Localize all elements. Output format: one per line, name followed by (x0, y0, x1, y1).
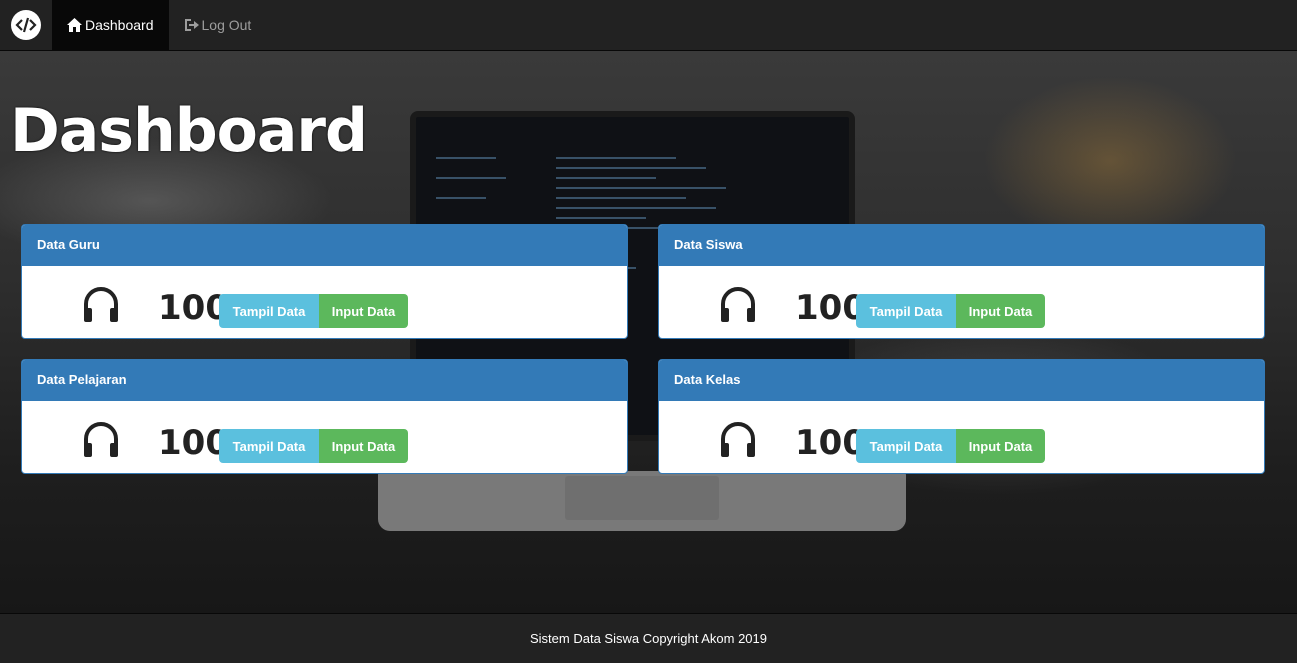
input-data-button[interactable]: Input Data (319, 294, 408, 328)
nav-dashboard[interactable]: Dashboard (52, 0, 169, 50)
panel-data-siswa: Data Siswa 100 Tampil Data Input Data (658, 224, 1265, 339)
panel-heading: Data Pelajaran (22, 360, 627, 401)
tampil-data-button[interactable]: Tampil Data (856, 429, 956, 463)
code-icon[interactable] (11, 10, 41, 40)
panel-body: 100 Tampil Data Input Data (659, 266, 1264, 338)
footer-text: Sistem Data Siswa Copyright Akom 2019 (530, 631, 767, 646)
tampil-data-button[interactable]: Tampil Data (856, 294, 956, 328)
navbar: Dashboard Log Out (0, 0, 1297, 51)
panel-data-guru: Data Guru 100 Tampil Data Input Data (21, 224, 628, 339)
panel-heading: Data Siswa (659, 225, 1264, 266)
page-title: Dashboard (10, 96, 368, 166)
panel-data-pelajaran: Data Pelajaran 100 Tampil Data Input Dat… (21, 359, 628, 474)
background-laptop-trackpad (565, 476, 719, 520)
input-data-button[interactable]: Input Data (956, 429, 1045, 463)
tampil-data-button[interactable]: Tampil Data (219, 294, 319, 328)
brand[interactable] (0, 0, 52, 50)
nav-dashboard-label: Dashboard (85, 17, 154, 33)
panel-body: 100 Tampil Data Input Data (22, 266, 627, 338)
input-data-button[interactable]: Input Data (956, 294, 1045, 328)
panel-heading: Data Guru (22, 225, 627, 266)
panel-heading: Data Kelas (659, 360, 1264, 401)
home-icon (67, 18, 82, 32)
headphones-icon (84, 422, 118, 457)
input-data-button[interactable]: Input Data (319, 429, 408, 463)
headphones-icon (84, 287, 118, 322)
panel-body: 100 Tampil Data Input Data (659, 401, 1264, 473)
panel-data-kelas: Data Kelas 100 Tampil Data Input Data (658, 359, 1265, 474)
tampil-data-button[interactable]: Tampil Data (219, 429, 319, 463)
nav-logout-label: Log Out (201, 17, 252, 33)
nav-logout[interactable]: Log Out (169, 0, 267, 50)
logout-icon (184, 19, 199, 31)
panel-body: 100 Tampil Data Input Data (22, 401, 627, 473)
headphones-icon (721, 422, 755, 457)
headphones-icon (721, 287, 755, 322)
footer: Sistem Data Siswa Copyright Akom 2019 (0, 613, 1297, 663)
